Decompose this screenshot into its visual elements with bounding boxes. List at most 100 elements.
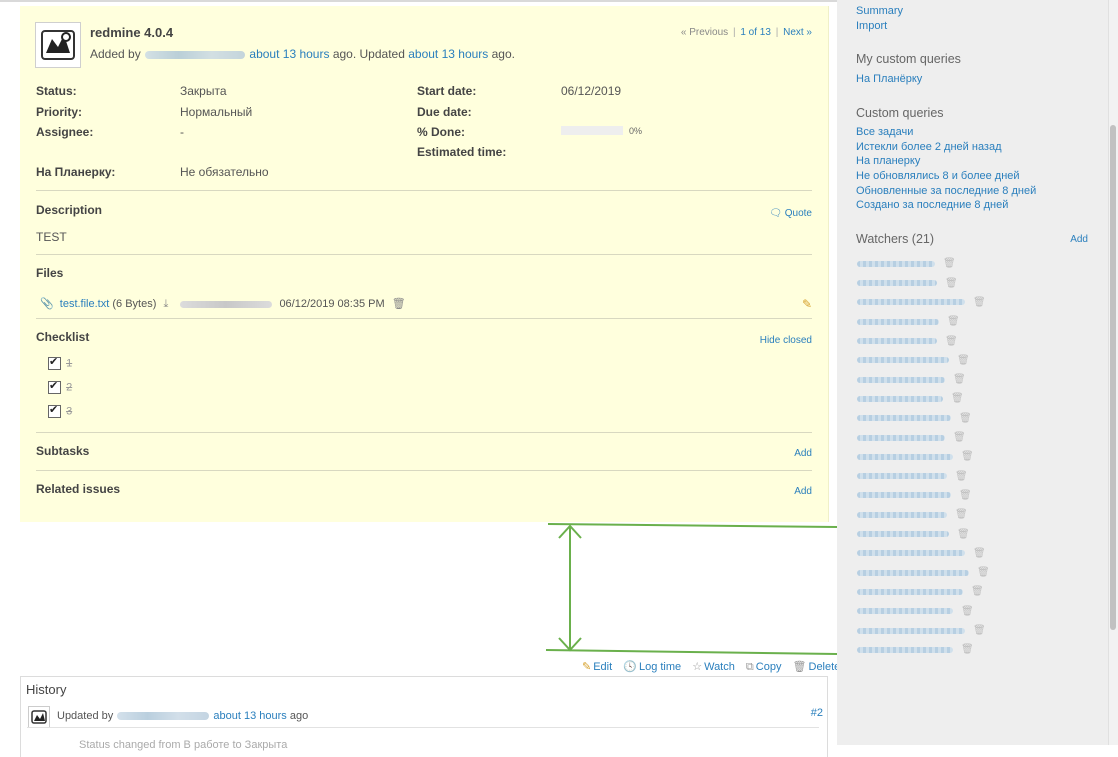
remove-watcher-icon[interactable]: 🗑: [959, 413, 972, 424]
copy-button[interactable]: ⧉ Copy: [746, 661, 782, 673]
watcher-name-link[interactable]: [857, 260, 935, 267]
attachment-link[interactable]: test.file.txt: [60, 298, 110, 310]
watcher-name-link[interactable]: [857, 415, 951, 422]
watcher-name-link[interactable]: [857, 531, 949, 538]
watcher-name-link[interactable]: [857, 318, 939, 325]
watch-button[interactable]: ☆ Watch: [692, 661, 735, 673]
my-query-link[interactable]: На Планёрку: [856, 73, 922, 85]
remove-watcher-icon[interactable]: 🗑: [973, 548, 986, 559]
watcher-name-link[interactable]: [857, 357, 949, 364]
updated-text: ago. Updated: [332, 47, 405, 61]
paperclip-icon: 📎: [40, 298, 54, 310]
nav-separator: |: [775, 27, 779, 38]
custom-query-link[interactable]: Не обновлялись 8 и более дней: [856, 170, 1020, 182]
watcher-name-link[interactable]: [857, 473, 947, 480]
remove-watcher-icon[interactable]: 🗑: [953, 374, 966, 385]
remove-watcher-icon[interactable]: 🗑: [961, 606, 974, 617]
issue-position-link[interactable]: 1 of 13: [740, 27, 771, 38]
watcher-name-link[interactable]: [857, 569, 969, 576]
journal-detail: Status changed from В работе to Закрыта: [79, 739, 288, 751]
hide-closed-link[interactable]: Hide closed: [760, 335, 812, 346]
watcher-name-link[interactable]: [857, 453, 953, 460]
journal-author-link[interactable]: [117, 712, 210, 721]
remove-watcher-icon[interactable]: 🗑: [959, 490, 972, 501]
updated-ago-link[interactable]: about 13 hours: [408, 47, 488, 61]
checklist-checkbox[interactable]: [48, 379, 61, 394]
edit-button[interactable]: ✎ Edit: [582, 661, 612, 673]
add-subtask-link[interactable]: Add: [794, 448, 812, 459]
pencil-icon: ✎: [582, 661, 592, 673]
remove-watcher-icon[interactable]: 🗑: [955, 471, 968, 482]
trash-icon[interactable]: 🗑: [392, 297, 406, 310]
avatar-icon: [31, 710, 47, 724]
watcher-name-link[interactable]: [857, 492, 951, 499]
checklist-item-text: 3: [66, 405, 73, 418]
remove-watcher-icon[interactable]: 🗑: [943, 258, 956, 269]
remove-watcher-icon[interactable]: 🗑: [955, 509, 968, 520]
remove-watcher-icon[interactable]: 🗑: [951, 393, 964, 404]
delete-button[interactable]: 🗑 Delete: [793, 661, 841, 673]
log-time-button[interactable]: 🕓 Log time: [623, 661, 681, 673]
remove-watcher-icon[interactable]: 🗑: [973, 625, 986, 636]
watcher-name-link[interactable]: [857, 627, 965, 634]
remove-watcher-icon[interactable]: 🗑: [957, 355, 970, 366]
remove-watcher-icon[interactable]: 🗑: [961, 644, 974, 655]
done-percent: 0%: [629, 126, 643, 136]
checklist-checkbox[interactable]: [48, 355, 61, 370]
custom-query-link[interactable]: Все задачи: [856, 126, 913, 138]
annotation-top-line: [547, 523, 838, 528]
custom-field-label: На Планерку:: [36, 165, 116, 179]
remove-watcher-icon[interactable]: 🗑: [973, 297, 986, 308]
watcher-name-link[interactable]: [857, 588, 963, 595]
star-icon: ☆: [692, 661, 703, 673]
checklist-checkbox[interactable]: [48, 403, 61, 418]
watcher-name-link[interactable]: [857, 338, 937, 345]
trash-icon: 🗑: [792, 661, 807, 673]
sidebar-summary-link[interactable]: Summary: [856, 5, 903, 17]
divider: [36, 470, 812, 471]
remove-watcher-icon[interactable]: 🗑: [945, 278, 958, 289]
watcher-item: 🗑: [857, 642, 974, 655]
remove-watcher-icon[interactable]: 🗑: [947, 316, 960, 327]
custom-query-link[interactable]: Истекли более 2 дней назад: [856, 141, 1002, 153]
annotation-bottom-line: [545, 649, 838, 655]
watcher-name-link[interactable]: [857, 376, 945, 383]
remove-watcher-icon[interactable]: 🗑: [957, 529, 970, 540]
remove-watcher-icon[interactable]: 🗑: [961, 451, 974, 462]
scrollbar-thumb[interactable]: [1110, 125, 1116, 630]
issue-subject: redmine 4.0.4: [90, 25, 174, 40]
watcher-name-link[interactable]: [857, 395, 943, 402]
custom-query-link[interactable]: На планерку: [856, 155, 920, 167]
next-link[interactable]: Next »: [783, 27, 812, 38]
quote-button[interactable]: 🗨 Quote: [769, 208, 812, 219]
edit-attachments-icon[interactable]: ✎: [802, 297, 812, 311]
previous-link[interactable]: « Previous: [681, 27, 728, 38]
remove-watcher-icon[interactable]: 🗑: [945, 336, 958, 347]
author-name-link[interactable]: [145, 50, 246, 59]
remove-watcher-icon[interactable]: 🗑: [977, 567, 990, 578]
watcher-name-link[interactable]: [857, 299, 965, 306]
watcher-item: 🗑: [857, 603, 974, 617]
custom-query-link[interactable]: Создано за последние 8 дней: [856, 199, 1008, 211]
watcher-name-link[interactable]: [857, 280, 937, 287]
done-progress-bar: [561, 126, 623, 135]
watcher-name-link[interactable]: [857, 608, 953, 615]
journal-ago-link[interactable]: about 13 hours: [213, 710, 286, 722]
quote-label: Quote: [784, 208, 812, 219]
watcher-name-link[interactable]: [857, 646, 953, 653]
journal-number-link[interactable]: #2: [811, 707, 823, 719]
remove-watcher-icon[interactable]: 🗑: [953, 432, 966, 443]
remove-watcher-icon[interactable]: 🗑: [971, 586, 984, 597]
add-watcher-link[interactable]: Add: [1070, 234, 1088, 245]
watcher-item: 🗑: [857, 526, 970, 540]
add-related-link[interactable]: Add: [794, 486, 812, 497]
sidebar-import-link[interactable]: Import: [856, 20, 887, 32]
divider: [36, 318, 812, 319]
download-icon[interactable]: ⤓: [163, 298, 168, 311]
watcher-name-link[interactable]: [857, 511, 947, 518]
priority-label: Priority:: [36, 105, 83, 119]
created-ago-link[interactable]: about 13 hours: [249, 47, 329, 61]
watcher-name-link[interactable]: [857, 550, 965, 557]
watcher-name-link[interactable]: [857, 434, 945, 441]
custom-query-link[interactable]: Обновленные за последние 8 дней: [856, 185, 1036, 197]
